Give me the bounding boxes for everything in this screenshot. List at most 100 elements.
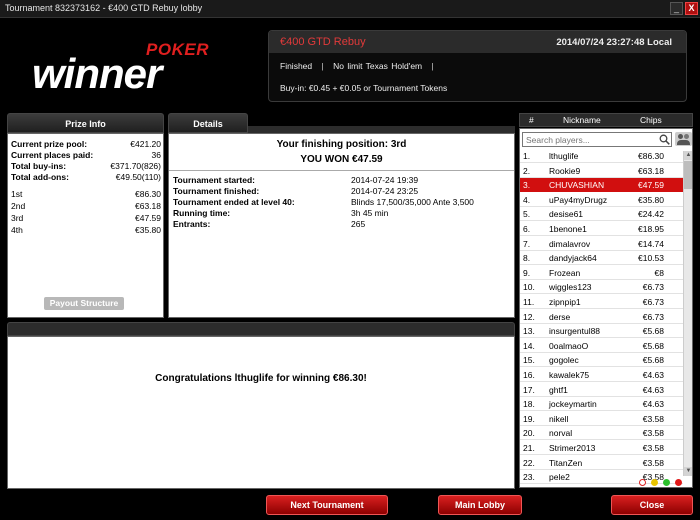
place-label: 2nd [11, 201, 26, 211]
player-row[interactable]: 19. nikell €3.58 [520, 412, 683, 426]
player-chips: €4.63 [642, 384, 664, 395]
scrollbar-thumb[interactable] [684, 161, 692, 189]
player-row[interactable]: 12. derse €6.73 [520, 310, 683, 324]
tournament-status-line: Finished | No limit Texas Hold'em | [280, 61, 440, 71]
player-chips: €3.58 [642, 443, 664, 453]
players-table-header: # Nickname Chips [519, 113, 693, 127]
player-row[interactable]: 15. gogolec €5.68 [520, 353, 683, 368]
next-tournament-button[interactable]: Next Tournament [266, 495, 388, 515]
col-rank-header[interactable]: # [529, 115, 534, 125]
player-nickname: 1benone1 [549, 224, 587, 234]
player-row[interactable]: 1. lthuglife €86.30 [520, 149, 683, 163]
window-titlebar: Tournament 832373162 - €400 GTD Rebuy lo… [0, 0, 700, 18]
detail-value: 265 [351, 219, 366, 229]
tournament-game: No limit Texas Hold'em [333, 61, 423, 71]
player-nickname: Rookie9 [549, 165, 581, 176]
search-players-input[interactable] [522, 132, 672, 147]
player-row[interactable]: 2. Rookie9 €63.18 [520, 164, 683, 178]
detail-value: 2014-07-24 19:39 [351, 175, 419, 185]
player-row[interactable]: 6. 1benone1 €18.95 [520, 222, 683, 236]
tab-details[interactable]: Details [168, 113, 248, 133]
place-value: €35.80 [135, 225, 161, 235]
prize-summary-row: Current places paid: 36 [11, 150, 161, 161]
users-icon[interactable] [675, 132, 692, 146]
detail-label: Tournament started: [173, 175, 256, 185]
chat-panel[interactable]: Congratulations lthuglife for winning €8… [7, 336, 515, 489]
window-close-button[interactable]: X [685, 2, 698, 15]
players-scrollbar[interactable]: ▲ ▼ [683, 151, 692, 476]
player-row[interactable]: 21. Strimer2013 €3.58 [520, 441, 683, 455]
player-row[interactable]: 10. wiggles123 €6.73 [520, 280, 683, 295]
player-rank: 22. [523, 457, 535, 468]
player-row[interactable]: 4. uPay4myDrugz €35.80 [520, 193, 683, 207]
payout-structure-button[interactable]: Payout Structure [44, 297, 124, 310]
player-row[interactable]: 17. ghtf1 €4.63 [520, 383, 683, 397]
main-lobby-button[interactable]: Main Lobby [438, 495, 522, 515]
player-row[interactable]: 9. Frozean €8 [520, 266, 683, 280]
player-rank: 4. [523, 194, 531, 205]
col-chips-header[interactable]: Chips [640, 115, 662, 125]
player-rank: 17. [523, 384, 535, 395]
tournament-info-box: €400 GTD Rebuy 2014/07/24 23:27:48 Local… [268, 30, 687, 102]
status-dots [639, 479, 689, 487]
player-chips: €3.58 [642, 413, 664, 424]
player-row[interactable]: 11. zipnpip1 €6.73 [520, 295, 683, 309]
player-chips: €10.53 [638, 253, 664, 264]
chat-header-bar [7, 322, 515, 336]
window-title: Tournament 832373162 - €400 GTD Rebuy lo… [5, 3, 203, 13]
place-value: €47.59 [135, 213, 161, 223]
player-row[interactable]: 20. norval €3.58 [520, 426, 683, 441]
player-rank: 7. [523, 238, 531, 249]
winner-poker-logo: POKER winner [32, 40, 217, 97]
player-row[interactable]: 13. insurgentul88 €5.68 [520, 324, 683, 339]
separator: | [431, 61, 434, 71]
player-row[interactable]: 18. jockeymartin €4.63 [520, 397, 683, 412]
logo-winner-text: winner [32, 50, 162, 97]
prize-summary-label: Total add-ons: [11, 172, 69, 182]
player-rank: 1. [523, 151, 531, 161]
player-chips: €6.73 [642, 311, 664, 322]
player-rank: 12. [523, 311, 535, 322]
status-dot-icon [639, 479, 646, 486]
close-button[interactable]: Close [611, 495, 693, 515]
player-nickname: uPay4myDrugz [549, 194, 608, 205]
status-dot-icon [651, 479, 658, 486]
player-chips: €14.74 [638, 238, 664, 249]
place-label: 4th [11, 225, 23, 235]
minimize-button[interactable]: _ [670, 2, 683, 15]
player-row[interactable]: 22. TitanZen €3.58 [520, 456, 683, 470]
prize-summary-row: Current prize pool: €421.20 [11, 139, 161, 150]
player-chips: €24.42 [638, 209, 664, 220]
prize-place-row: 4th €35.80 [11, 225, 161, 236]
scroll-down-icon[interactable]: ▼ [684, 467, 692, 476]
player-rank: 11. [523, 297, 535, 307]
prize-summary-value: €421.20 [130, 139, 161, 149]
separator: | [321, 61, 324, 71]
player-chips: €35.80 [638, 194, 664, 205]
detail-value: 2014-07-24 23:25 [351, 186, 419, 196]
details-header-bar [248, 126, 515, 133]
player-rank: 24. [523, 485, 535, 488]
player-row[interactable]: 16. kawalek75 €4.63 [520, 368, 683, 382]
col-nickname-header[interactable]: Nickname [563, 115, 601, 125]
tab-prize-info[interactable]: Prize Info [7, 113, 164, 133]
detail-label: Entrants: [173, 219, 211, 229]
player-row[interactable]: 8. dandyjack64 €10.53 [520, 251, 683, 266]
status-dot-icon [675, 479, 682, 486]
scroll-up-icon[interactable]: ▲ [684, 151, 692, 160]
detail-row: Tournament ended at level 40: Blinds 17,… [173, 197, 511, 208]
place-label: 3rd [11, 213, 24, 223]
search-icon[interactable] [659, 134, 670, 145]
player-rank: 8. [523, 253, 531, 264]
detail-value: Blinds 17,500/35,000 Ante 3,500 [351, 197, 474, 207]
player-chips: €8 [654, 267, 664, 278]
player-row[interactable]: 5. desise61 €24.42 [520, 207, 683, 222]
player-nickname: derse [549, 311, 571, 322]
player-nickname: tokarsky [549, 485, 581, 488]
player-nickname: dandyjack64 [549, 253, 597, 264]
player-row[interactable]: 3. CHUVASHIAN €47.59 [520, 178, 683, 193]
player-row[interactable]: 7. dimalavrov €14.74 [520, 237, 683, 251]
player-rank: 10. [523, 282, 535, 293]
detail-row: Tournament started: 2014-07-24 19:39 [173, 175, 511, 186]
player-row[interactable]: 14. 0oalmaoO €5.68 [520, 339, 683, 353]
